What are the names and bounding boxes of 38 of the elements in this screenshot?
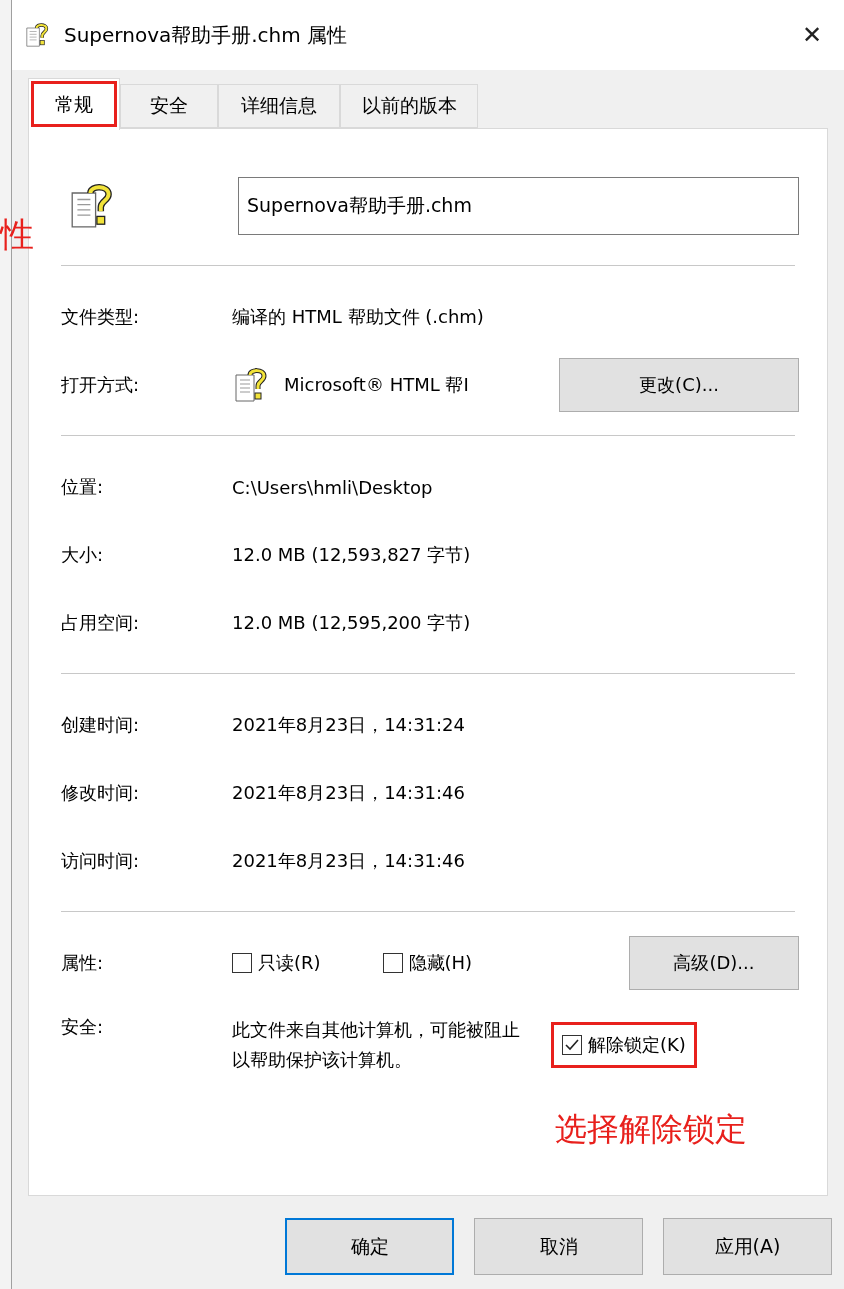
field-label: 文件类型: xyxy=(61,305,141,329)
checkbox[interactable] xyxy=(382,953,403,973)
field-label: 属性: xyxy=(61,951,105,975)
field-label: 占用空间: xyxy=(61,611,141,635)
field-value: Microsoft® HTML 帮I xyxy=(284,373,469,397)
field-value: 2021年8月23日，14:31:46 xyxy=(232,781,465,805)
security-message: 此文件来自其他计算机，可能被阻止以帮助保护该计算机。 xyxy=(232,1018,521,1072)
change-button[interactable]: 更改(C)... xyxy=(559,358,799,412)
field-value: 2021年8月23日，14:31:46 xyxy=(232,849,465,873)
checkbox[interactable] xyxy=(562,1035,582,1055)
field-label: 修改时间: xyxy=(61,781,141,805)
tab[interactable]: 以前的版本 xyxy=(340,84,478,128)
checkbox-label: 解除锁定(K) xyxy=(588,1033,686,1057)
checkbox[interactable] xyxy=(232,953,252,973)
field-label: 访问时间: xyxy=(61,849,141,873)
field-label: 大小: xyxy=(61,543,105,567)
checkbox-label: 只读(R) xyxy=(258,951,321,975)
tab[interactable]: 常规 xyxy=(28,78,120,130)
dialog-button[interactable]: 确定 xyxy=(285,1218,454,1275)
field-value: 12.0 MB (12,595,200 字节) xyxy=(232,611,471,635)
advanced-button[interactable]: 高级(D)... xyxy=(629,936,799,990)
field-label: 打开方式: xyxy=(61,373,141,397)
dialog-button[interactable]: 应用(A) xyxy=(663,1218,832,1275)
field-value: 12.0 MB (12,593,827 字节) xyxy=(232,543,471,567)
tab[interactable]: 安全 xyxy=(120,84,218,128)
field-value: 编译的 HTML 帮助文件 (.chm) xyxy=(232,305,484,329)
tab[interactable]: 详细信息 xyxy=(218,84,340,128)
close-button[interactable]: ✕ xyxy=(792,15,832,55)
field-value: 2021年8月23日，14:31:24 xyxy=(232,713,465,737)
checkbox-label: 隐藏(H) xyxy=(408,951,473,975)
field-value: C:\Users\hmli\Desktop xyxy=(232,476,433,498)
annotation-text: 选择解除锁定 xyxy=(555,1109,747,1150)
window-title: Supernova帮助手册.chm 属性 xyxy=(64,21,349,49)
dialog-button[interactable]: 取消 xyxy=(474,1218,643,1275)
field-label: 位置: xyxy=(61,475,105,499)
file-name-field[interactable]: Supernova帮助手册.chm xyxy=(238,177,799,235)
field-label: 创建时间: xyxy=(61,713,141,737)
field-label: 安全: xyxy=(61,1015,105,1039)
